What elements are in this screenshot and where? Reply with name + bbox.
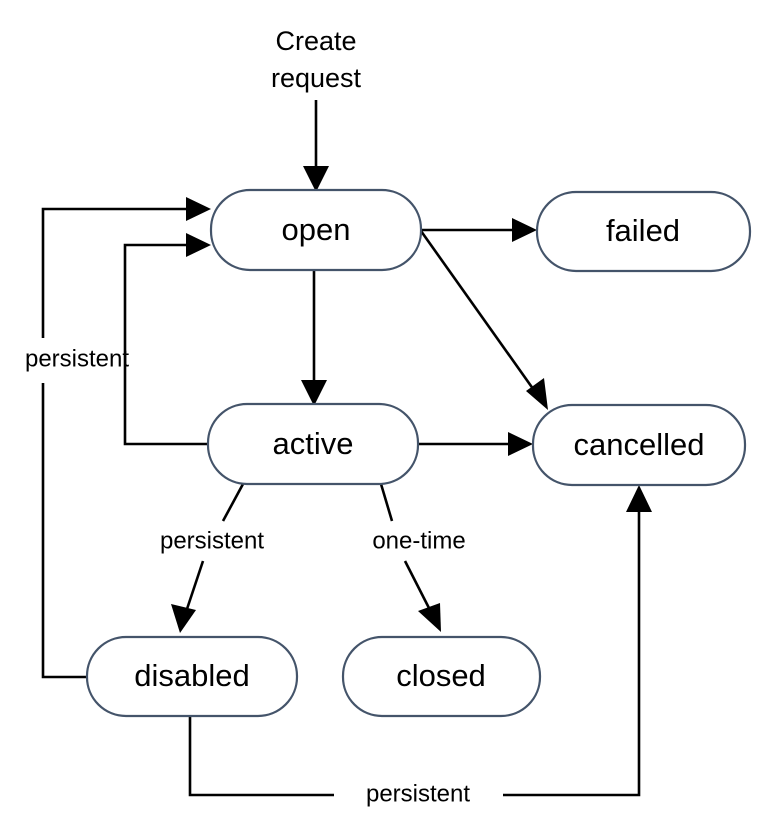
state-node-cancelled-label: cancelled — [574, 427, 705, 462]
state-node-open-label: open — [282, 212, 351, 247]
state-node-closed[interactable]: closed — [341, 635, 542, 718]
state-node-closed-label: closed — [396, 658, 486, 693]
state-node-disabled-label: disabled — [134, 658, 249, 693]
edge-active-to-cancelled — [418, 432, 533, 456]
state-node-active-label: active — [273, 426, 354, 461]
edge-label-disabled-to-open: persistent — [25, 345, 129, 372]
edge-open-to-active — [301, 270, 327, 406]
entry-caption-line2: request — [271, 63, 362, 93]
state-node-failed-label: failed — [606, 213, 680, 248]
edge-label-disabled-to-cancelled: persistent — [366, 780, 470, 807]
entry-caption: Create request — [271, 26, 362, 93]
edge-label-active-to-disabled: persistent — [160, 527, 264, 554]
edge-create-to-open — [303, 100, 329, 192]
edge-active-to-closed: one-time — [372, 483, 466, 632]
edge-open-to-failed — [421, 218, 537, 242]
state-node-cancelled[interactable]: cancelled — [531, 403, 747, 487]
state-node-active[interactable]: active — [206, 402, 420, 486]
state-diagram: persistent one-time persistent persisten… — [25, 26, 752, 807]
entry-caption-line1: Create — [275, 26, 356, 56]
state-node-disabled[interactable]: disabled — [85, 635, 299, 718]
edge-active-to-disabled: persistent — [160, 483, 264, 633]
state-diagram-canvas: persistent one-time persistent persisten… — [0, 0, 778, 840]
edge-label-active-to-closed: one-time — [372, 527, 465, 554]
edge-disabled-to-open: persistent — [25, 197, 211, 679]
state-node-open[interactable]: open — [209, 188, 423, 272]
edge-active-to-open — [123, 233, 211, 446]
state-node-failed[interactable]: failed — [535, 190, 752, 273]
edge-open-to-cancelled — [419, 230, 548, 410]
